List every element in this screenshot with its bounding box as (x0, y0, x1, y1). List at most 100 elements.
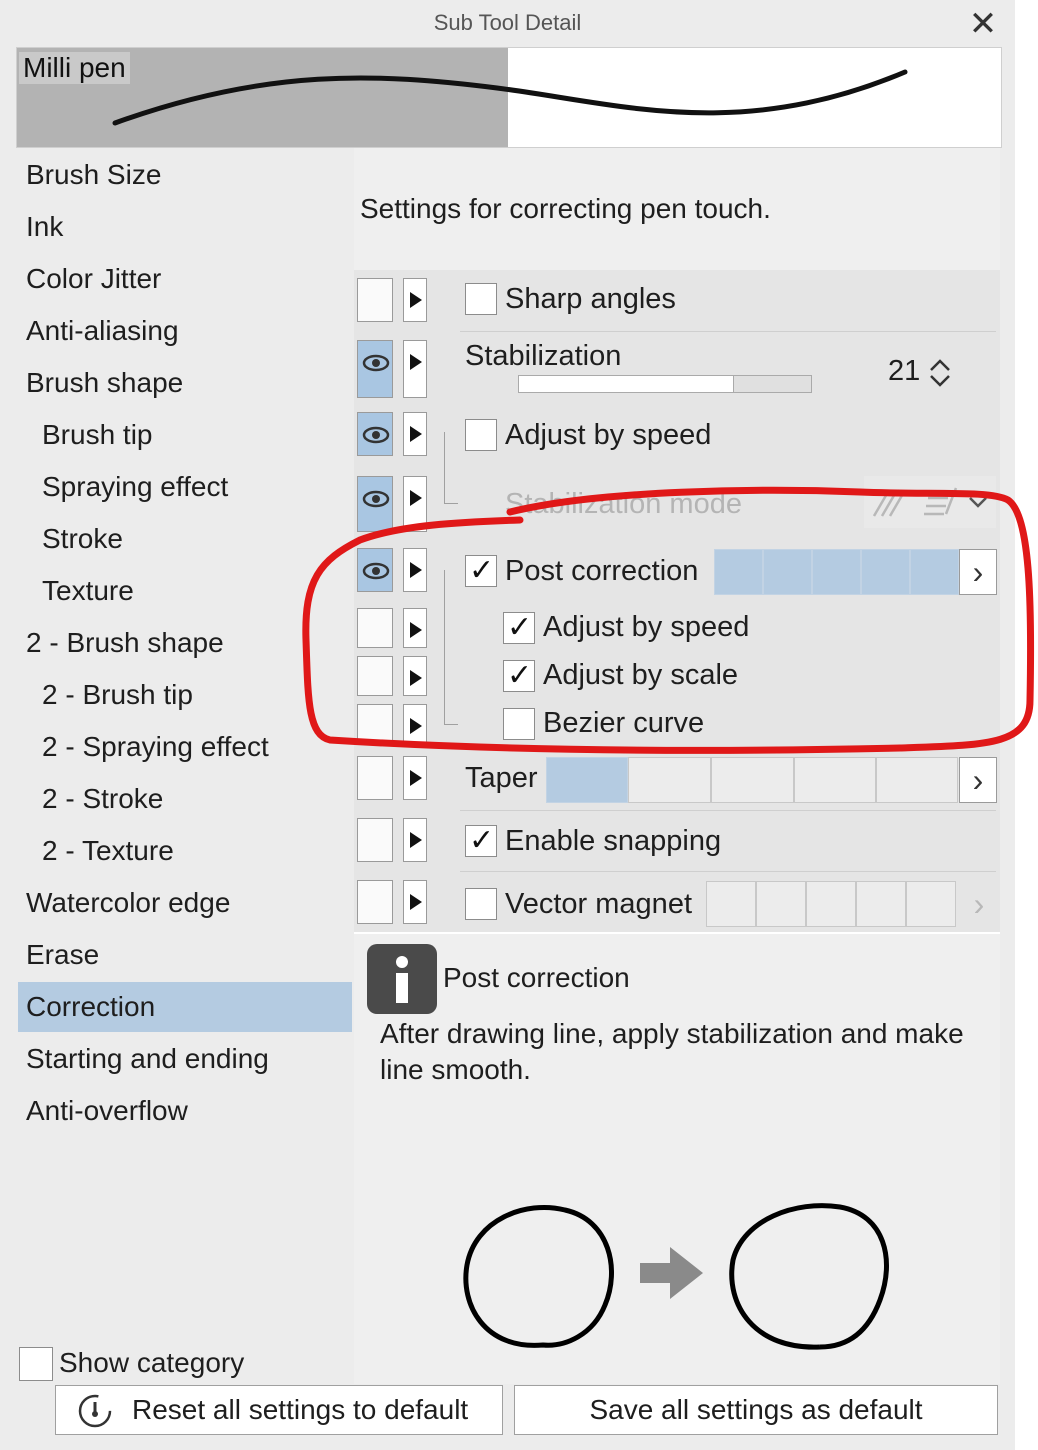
taper-level[interactable] (546, 757, 958, 803)
post-correction-level[interactable] (714, 549, 959, 595)
sidebar-item-watercolor-edge[interactable]: Watercolor edge (18, 878, 352, 928)
pen-stroke-icon (872, 491, 906, 517)
sidebar-item-label: Ink (26, 211, 64, 242)
reset-settings-button[interactable]: Reset all settings to default (55, 1385, 503, 1435)
adjust-by-speed-label: Adjust by speed (505, 419, 712, 451)
stabilization-label: Stabilization (465, 340, 622, 372)
expand-arrow-icon[interactable] (403, 704, 427, 744)
eye-icon (362, 426, 390, 444)
expand-arrow-icon[interactable] (403, 608, 427, 648)
expand-arrow-icon[interactable] (403, 548, 427, 592)
sharp-angles-label: Sharp angles (505, 283, 676, 315)
spin-arrows-icon[interactable] (928, 356, 952, 390)
close-icon[interactable]: ✕ (962, 6, 1004, 42)
save-settings-button[interactable]: Save all settings as default (514, 1385, 998, 1435)
visibility-toggle[interactable] (357, 412, 393, 456)
stabilization-value: 21 (888, 355, 921, 387)
show-category-checkbox[interactable] (19, 1347, 53, 1381)
reset-settings-label: Reset all settings to default (132, 1394, 469, 1425)
sidebar-item-color-jitter[interactable]: Color Jitter (18, 254, 352, 304)
sidebar-item-label: 2 - Brush tip (42, 679, 193, 710)
stabilization-mode-label: Stabilization mode (505, 488, 742, 520)
taper-label: Taper (465, 762, 538, 794)
adjust-by-speed-checkbox[interactable] (465, 419, 497, 451)
post-correction-checkbox[interactable] (465, 553, 497, 588)
sidebar-item-starting-and-ending[interactable]: Starting and ending (18, 1034, 352, 1084)
sidebar-item-label: 2 - Texture (42, 835, 174, 866)
sidebar-item-stroke[interactable]: Stroke (18, 514, 352, 564)
sidebar-item-label: Texture (42, 575, 134, 606)
sidebar-item-label: 2 - Stroke (42, 783, 164, 814)
slider-fill (519, 376, 734, 392)
visibility-toggle[interactable] (357, 476, 393, 532)
visibility-toggle[interactable] (357, 340, 393, 398)
visibility-toggle[interactable] (357, 756, 393, 800)
tree-line (444, 432, 445, 504)
stabilization-mode-dropdown[interactable] (864, 476, 996, 528)
vector-magnet-level[interactable] (706, 881, 956, 927)
vector-magnet-checkbox[interactable] (465, 888, 497, 920)
help-text: After drawing line, apply stabilization … (380, 1018, 964, 1085)
category-sidebar: Brush Size Ink Color Jitter Anti-aliasing Br… (16, 148, 354, 1384)
expand-arrow-icon[interactable] (403, 656, 427, 696)
expand-arrow-icon[interactable] (403, 476, 427, 532)
sidebar-item-label: Brush shape (26, 367, 184, 398)
visibility-toggle[interactable] (357, 278, 393, 322)
eye-icon (362, 490, 390, 508)
bezier-curve-checkbox[interactable] (503, 708, 535, 740)
sharp-angles-checkbox[interactable] (465, 283, 497, 315)
sidebar-item-label: 2 - Spraying effect (42, 731, 269, 762)
enable-snapping-label: Enable snapping (505, 825, 722, 857)
sidebar-item-2-brush-tip[interactable]: 2 - Brush tip (18, 670, 352, 720)
sidebar-item-2-spraying-effect[interactable]: 2 - Spraying effect (18, 722, 352, 772)
sidebar-item-2-texture[interactable]: 2 - Texture (18, 826, 352, 876)
sidebar-item-2-stroke[interactable]: 2 - Stroke (18, 774, 352, 824)
sidebar-item-label: Brush Size (26, 159, 162, 190)
sidebar-item-erase[interactable]: Erase (18, 930, 352, 980)
expand-arrow-icon[interactable] (403, 880, 427, 924)
sidebar-item-label: Starting and ending (26, 1043, 269, 1074)
expand-arrow-icon[interactable] (403, 340, 427, 398)
sidebar-item-2-brush-shape[interactable]: 2 - Brush shape (18, 618, 352, 668)
brush-preview: Milli pen (16, 47, 1002, 148)
eye-icon (362, 562, 390, 580)
post-correction-next-button[interactable]: › (959, 549, 997, 595)
sidebar-item-anti-overflow[interactable]: Anti-overflow (18, 1086, 352, 1136)
visibility-toggle[interactable] (357, 656, 393, 696)
sidebar-item-brush-tip[interactable]: Brush tip (18, 410, 352, 460)
divider (460, 331, 996, 332)
sidebar-item-label: Watercolor edge (26, 887, 231, 918)
visibility-toggle[interactable] (357, 704, 393, 744)
sidebar-item-texture[interactable]: Texture (18, 566, 352, 616)
divider (460, 871, 996, 872)
expand-arrow-icon[interactable] (403, 818, 427, 862)
sidebar-item-brush-shape[interactable]: Brush shape (18, 358, 352, 408)
enable-snapping-checkbox[interactable] (465, 823, 497, 858)
taper-next-button[interactable]: › (959, 757, 997, 803)
sidebar-item-label: Spraying effect (42, 471, 229, 502)
expand-arrow-icon[interactable] (403, 278, 427, 322)
stabilization-slider[interactable] (518, 375, 812, 393)
sub-tool-detail-window: Sub Tool Detail ✕ Milli pen Brush Size In… (0, 0, 1015, 1450)
window-title: Sub Tool Detail (433, 10, 582, 35)
sidebar-item-spraying-effect[interactable]: Spraying effect (18, 462, 352, 512)
visibility-toggle[interactable] (357, 880, 393, 924)
sidebar-item-anti-aliasing[interactable]: Anti-aliasing (18, 306, 352, 356)
expand-arrow-icon[interactable] (403, 756, 427, 800)
tree-line (444, 724, 458, 725)
info-icon (367, 944, 437, 1014)
sidebar-item-label: Brush tip (42, 419, 153, 450)
expand-arrow-icon[interactable] (403, 412, 427, 456)
adjust-by-scale-label: Adjust by scale (543, 659, 739, 691)
vector-magnet-next-button[interactable]: › (962, 881, 996, 927)
tool-name: Milli pen (19, 52, 130, 84)
sidebar-item-ink[interactable]: Ink (18, 202, 352, 252)
adjust-by-scale-checkbox[interactable] (503, 658, 535, 693)
visibility-toggle[interactable] (357, 608, 393, 648)
sidebar-item-brush-size[interactable]: Brush Size (18, 150, 352, 200)
sidebar-item-correction[interactable]: Correction (18, 982, 352, 1032)
visibility-toggle[interactable] (357, 548, 393, 592)
post-adjust-by-speed-checkbox[interactable] (503, 610, 535, 645)
post-adjust-by-speed-label: Adjust by speed (543, 611, 750, 643)
visibility-toggle[interactable] (357, 818, 393, 862)
